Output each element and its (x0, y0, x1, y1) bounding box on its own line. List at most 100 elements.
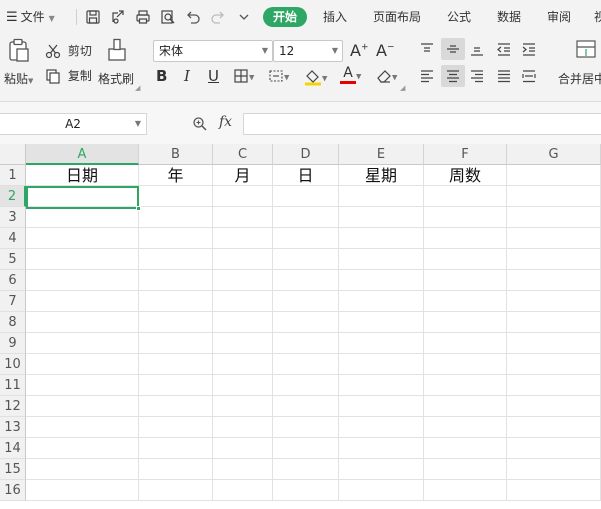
select-all-corner[interactable] (0, 144, 26, 165)
cell-g10[interactable] (507, 354, 601, 375)
cell-f15[interactable] (424, 459, 507, 480)
tab-page-layout[interactable]: 页面布局 (373, 0, 421, 34)
cell-a7[interactable] (26, 291, 139, 312)
cell-f10[interactable] (424, 354, 507, 375)
cell-b3[interactable] (139, 207, 213, 228)
increase-font-button[interactable]: A+ (350, 41, 369, 60)
cell-f13[interactable] (424, 417, 507, 438)
cell-a3[interactable] (26, 207, 139, 228)
cell-a14[interactable] (26, 438, 139, 459)
cell-d15[interactable] (273, 459, 339, 480)
cell-g6[interactable] (507, 270, 601, 291)
cell-g9[interactable] (507, 333, 601, 354)
cell-f8[interactable] (424, 312, 507, 333)
cell-a12[interactable] (26, 396, 139, 417)
font-name-select[interactable]: 宋体 ▼ (153, 40, 273, 62)
cell-a15[interactable] (26, 459, 139, 480)
cell-f6[interactable] (424, 270, 507, 291)
cell-b15[interactable] (139, 459, 213, 480)
cell-e3[interactable] (339, 207, 424, 228)
cell-f9[interactable] (424, 333, 507, 354)
cell-c2[interactable] (213, 186, 273, 207)
cell-g8[interactable] (507, 312, 601, 333)
cell-c3[interactable] (213, 207, 273, 228)
zoom-icon[interactable] (192, 116, 208, 135)
cell-a10[interactable] (26, 354, 139, 375)
cell-c7[interactable] (213, 291, 273, 312)
cell-g14[interactable] (507, 438, 601, 459)
column-header-e[interactable]: E (339, 144, 424, 165)
column-header-g[interactable]: G (507, 144, 601, 165)
print-preview-icon[interactable] (160, 9, 176, 25)
cell-a16[interactable] (26, 480, 139, 501)
paste-button[interactable]: 粘贴▼ (4, 38, 33, 87)
cell-style-button[interactable]: ▼ (268, 68, 289, 84)
cell-a8[interactable] (26, 312, 139, 333)
cell-b5[interactable] (139, 249, 213, 270)
cell-b2[interactable] (139, 186, 213, 207)
merge-center-button[interactable]: 合并居中 (558, 38, 601, 87)
cell-d3[interactable] (273, 207, 339, 228)
cell-a9[interactable] (26, 333, 139, 354)
row-header-6[interactable]: 6 (0, 270, 26, 291)
cell-c14[interactable] (213, 438, 273, 459)
cell-a1[interactable]: 日期 (26, 165, 139, 186)
undo-icon[interactable] (185, 9, 201, 25)
cell-e1[interactable]: 星期 (339, 165, 424, 186)
cell-d8[interactable] (273, 312, 339, 333)
cell-c6[interactable] (213, 270, 273, 291)
cell-d4[interactable] (273, 228, 339, 249)
row-header-9[interactable]: 9 (0, 333, 26, 354)
decrease-indent-button[interactable] (496, 41, 512, 57)
clipboard-group-launcher-icon[interactable]: ◢ (135, 84, 140, 92)
tab-view[interactable]: 视 (594, 0, 601, 34)
cell-d7[interactable] (273, 291, 339, 312)
row-header-1[interactable]: 1 (0, 165, 26, 186)
cell-d10[interactable] (273, 354, 339, 375)
cell-d9[interactable] (273, 333, 339, 354)
column-header-a[interactable]: A (26, 144, 139, 165)
cell-g16[interactable] (507, 480, 601, 501)
cell-e5[interactable] (339, 249, 424, 270)
cell-f12[interactable] (424, 396, 507, 417)
cell-g2[interactable] (507, 186, 601, 207)
cell-c12[interactable] (213, 396, 273, 417)
row-header-8[interactable]: 8 (0, 312, 26, 333)
cell-c1[interactable]: 月 (213, 165, 273, 186)
cell-g1[interactable] (507, 165, 601, 186)
cell-g13[interactable] (507, 417, 601, 438)
export-icon[interactable] (110, 9, 126, 25)
cell-d2[interactable] (273, 186, 339, 207)
cell-c10[interactable] (213, 354, 273, 375)
cell-b8[interactable] (139, 312, 213, 333)
font-group-launcher-icon[interactable]: ◢ (400, 84, 405, 92)
cell-g4[interactable] (507, 228, 601, 249)
cell-g12[interactable] (507, 396, 601, 417)
cell-a5[interactable] (26, 249, 139, 270)
cell-g3[interactable] (507, 207, 601, 228)
cell-c4[interactable] (213, 228, 273, 249)
font-color-button[interactable]: A ▼ (340, 66, 361, 84)
save-icon[interactable] (85, 9, 101, 25)
align-right-button[interactable] (469, 68, 485, 84)
cell-f1[interactable]: 周数 (424, 165, 507, 186)
row-header-14[interactable]: 14 (0, 438, 26, 459)
cell-g5[interactable] (507, 249, 601, 270)
cell-b12[interactable] (139, 396, 213, 417)
cell-d14[interactable] (273, 438, 339, 459)
cell-e11[interactable] (339, 375, 424, 396)
underline-button[interactable]: U (208, 67, 219, 85)
cell-e10[interactable] (339, 354, 424, 375)
column-header-c[interactable]: C (213, 144, 273, 165)
cell-c16[interactable] (213, 480, 273, 501)
copy-button[interactable]: 复制 (45, 67, 92, 84)
cell-f11[interactable] (424, 375, 507, 396)
decrease-font-button[interactable]: A− (376, 41, 395, 60)
row-header-12[interactable]: 12 (0, 396, 26, 417)
cell-c8[interactable] (213, 312, 273, 333)
cell-e13[interactable] (339, 417, 424, 438)
cell-f2[interactable] (424, 186, 507, 207)
row-header-10[interactable]: 10 (0, 354, 26, 375)
cell-b13[interactable] (139, 417, 213, 438)
italic-button[interactable]: I (184, 67, 190, 85)
